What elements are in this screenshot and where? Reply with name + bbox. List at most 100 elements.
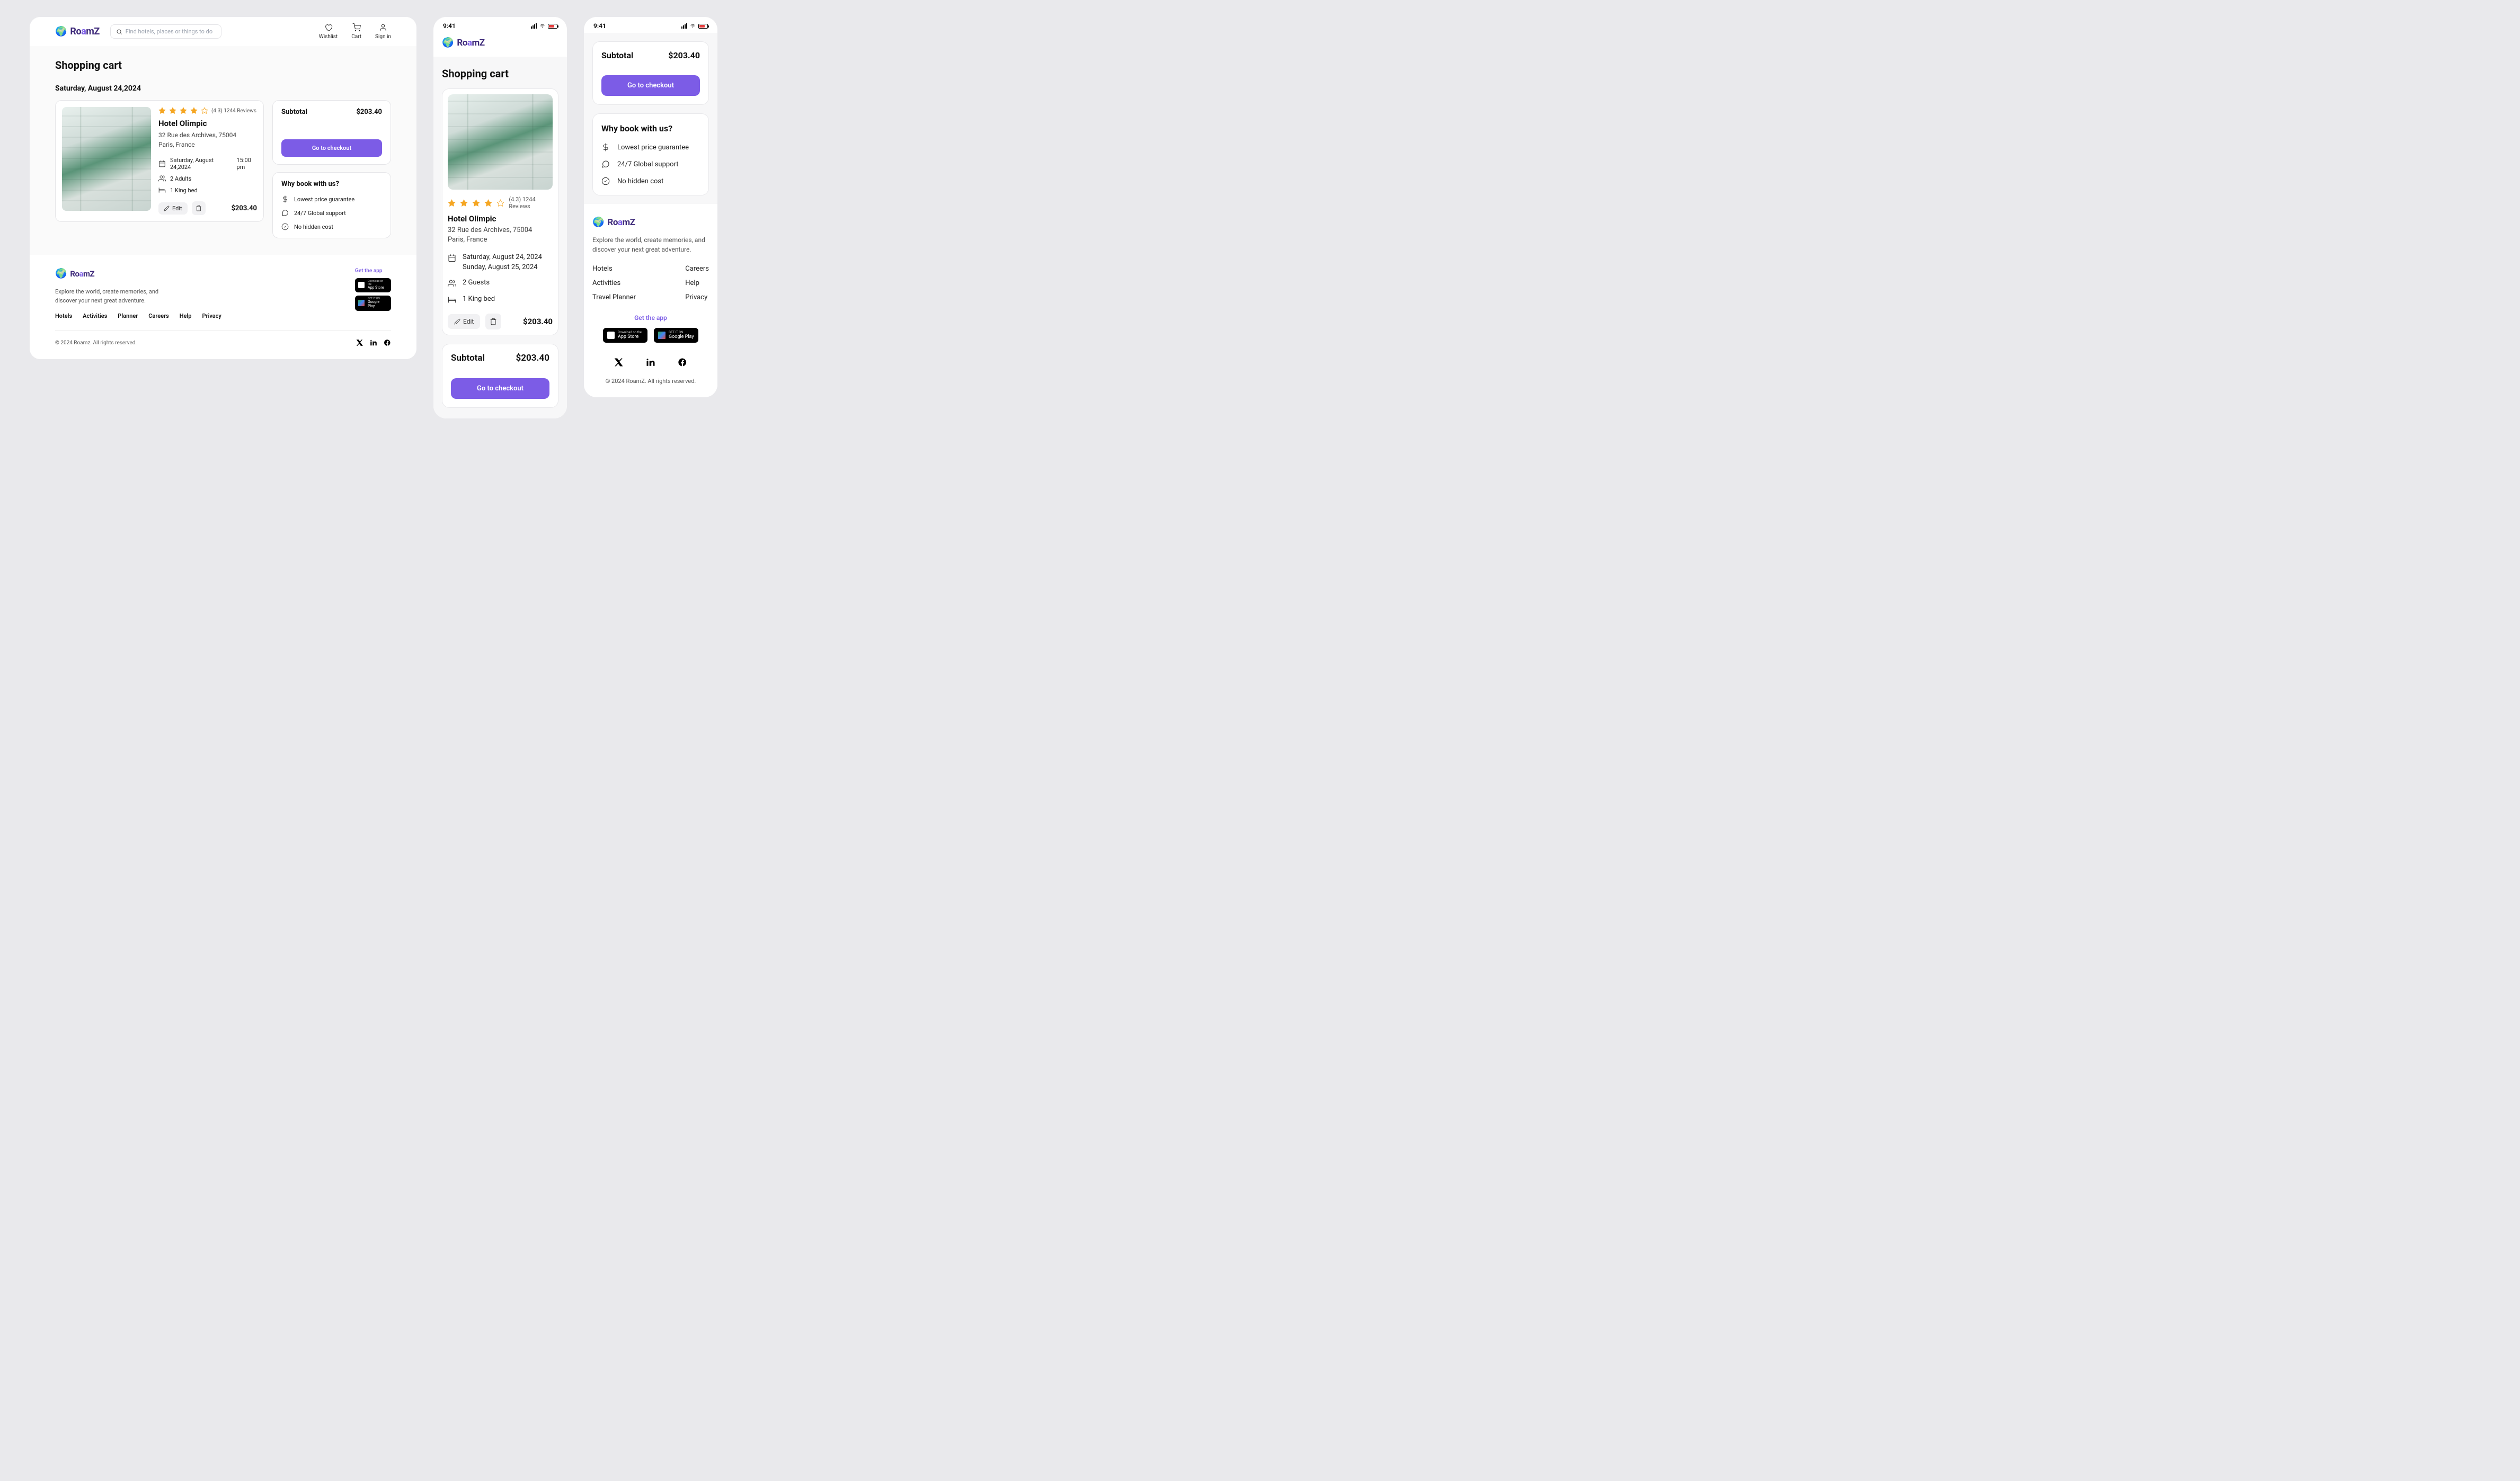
- cart-item-card: (4.3) 1244 Reviews Hotel Olimpic 32 Rue …: [442, 88, 558, 335]
- star-icon: [180, 107, 187, 114]
- checkin-date: Saturday, August 24, 2024: [463, 253, 542, 261]
- hotel-meta: Saturday, August 24,2024 15:00 pm 2 Adul…: [158, 157, 257, 194]
- footer-links: Hotels Activities Planner Careers Help P…: [55, 313, 221, 319]
- why-text: Lowest price guarantee: [294, 196, 354, 203]
- star-icon: [190, 107, 198, 114]
- cart-link[interactable]: Cart: [351, 23, 361, 40]
- pencil-icon: [164, 206, 170, 211]
- brand-logo[interactable]: 🌍 RoamZ: [442, 37, 558, 48]
- cart-label: Cart: [351, 34, 361, 40]
- signin-label: Sign in: [375, 34, 391, 40]
- mobile-frame-2: 9:41 Subtotal $203.40 Go to checkout Why…: [584, 17, 717, 397]
- why-title: Why book with us?: [281, 180, 382, 188]
- trash-icon: [490, 318, 497, 325]
- edit-button[interactable]: Edit: [448, 314, 480, 329]
- footer-logo[interactable]: 🌍 RoamZ: [55, 268, 221, 279]
- footer-link-activities[interactable]: Activities: [592, 279, 636, 287]
- linkedin-icon[interactable]: [370, 339, 377, 346]
- subtotal-card: Subtotal $203.40 Go to checkout: [272, 100, 391, 165]
- wifi-icon: [689, 23, 696, 29]
- facebook-icon[interactable]: [384, 339, 391, 346]
- search-input[interactable]: Find hotels, places or things to do: [110, 24, 221, 39]
- checkout-button[interactable]: Go to checkout: [281, 139, 382, 157]
- app-store-badge[interactable]: Download on the App Store: [603, 328, 647, 343]
- footer-link-privacy[interactable]: Privacy: [685, 293, 709, 301]
- delete-button[interactable]: [485, 314, 501, 329]
- wifi-icon: [539, 23, 546, 29]
- delete-button[interactable]: [192, 201, 206, 215]
- checkin-date: Saturday, August 24,2024: [170, 157, 225, 171]
- edit-button[interactable]: Edit: [158, 202, 188, 215]
- footer: 🌍 RoamZ Explore the world, create memori…: [30, 255, 416, 359]
- hotel-image: [62, 107, 151, 211]
- subtotal-card: Subtotal $203.40 Go to checkout: [592, 41, 709, 105]
- footer-right: Get the app Download on the App Store GE…: [355, 268, 391, 319]
- mobile-footer: 🌍 RoamZ Explore the world, create memori…: [584, 204, 717, 397]
- subtotal-card: Subtotal $203.40 Go to checkout: [442, 344, 558, 408]
- status-icons: [531, 23, 557, 29]
- footer-top: 🌍 RoamZ Explore the world, create memori…: [55, 268, 391, 331]
- subtotal-value: $203.40: [668, 50, 700, 60]
- footer-link-planner[interactable]: Planner: [118, 313, 138, 319]
- checkout-button[interactable]: Go to checkout: [451, 378, 549, 399]
- checkout-date: Sunday, August 25, 2024: [463, 263, 542, 271]
- search-placeholder: Find hotels, places or things to do: [126, 28, 212, 35]
- x-icon[interactable]: [356, 339, 363, 346]
- chat-icon: [601, 160, 610, 168]
- google-play-badge[interactable]: GET IT ON Google Play: [355, 296, 391, 311]
- hotel-name: Hotel Olimpic: [158, 119, 257, 128]
- star-icon: [158, 107, 166, 114]
- footer-link-careers[interactable]: Careers: [148, 313, 168, 319]
- footer-links: Hotels Activities Travel Planner Careers…: [592, 265, 709, 301]
- footer-links-left: Hotels Activities Travel Planner: [592, 265, 636, 301]
- date-range: Saturday, August 24, 2024 Sunday, August…: [463, 253, 542, 271]
- meta-bed-row: 1 King bed: [448, 295, 553, 304]
- why-book-card: Why book with us? Lowest price guarantee…: [272, 172, 391, 238]
- copyright: © 2024 Roamz. All rights reserved.: [55, 340, 137, 346]
- footer-link-activities[interactable]: Activities: [83, 313, 107, 319]
- footer-link-help[interactable]: Help: [180, 313, 192, 319]
- get-app-label: Get the app: [592, 314, 709, 322]
- signin-link[interactable]: Sign in: [375, 23, 391, 40]
- globe-icon: 🌍: [55, 26, 67, 37]
- footer-link-planner[interactable]: Travel Planner: [592, 293, 636, 301]
- star-empty-icon: [201, 107, 208, 114]
- hotel-image: [448, 94, 553, 190]
- footer-link-hotels[interactable]: Hotels: [55, 313, 72, 319]
- app-store-badge[interactable]: Download on the App Store: [355, 278, 391, 292]
- why-item: 24/7 Global support: [601, 160, 700, 168]
- google-play-badge[interactable]: GET IT ON Google Play: [654, 328, 698, 343]
- sidebar: Subtotal $203.40 Go to checkout Why book…: [272, 100, 391, 238]
- item-actions: Edit $203.40: [158, 194, 257, 215]
- rating-stars: (4.3) 1244 Reviews: [158, 107, 257, 114]
- mobile-header: 🌍 RoamZ: [433, 33, 567, 57]
- why-text: 24/7 Global support: [294, 210, 346, 217]
- status-icons: [681, 23, 708, 29]
- wishlist-link[interactable]: Wishlist: [319, 23, 338, 40]
- chat-icon: [281, 209, 289, 217]
- status-bar: 9:41: [584, 17, 717, 33]
- footer-links-right: Careers Help Privacy: [685, 265, 709, 301]
- facebook-icon[interactable]: [678, 358, 687, 367]
- x-icon[interactable]: [614, 358, 624, 367]
- mobile-content: Shopping cart (4.3) 1244 Reviews Hotel O…: [433, 57, 567, 418]
- subtotal-row: Subtotal $203.40: [451, 353, 549, 363]
- subtotal-row: Subtotal $203.40: [601, 50, 700, 60]
- brand-name: RoamZ: [70, 26, 99, 37]
- brand-name: RoamZ: [607, 217, 635, 228]
- footer-link-help[interactable]: Help: [685, 279, 709, 287]
- subtotal-label: Subtotal: [281, 108, 307, 116]
- checkout-button[interactable]: Go to checkout: [601, 75, 700, 96]
- globe-icon: 🌍: [592, 217, 604, 228]
- hotel-address: 32 Rue des Archives, 75004Paris, France: [448, 226, 553, 245]
- brand-logo[interactable]: 🌍 RoamZ: [55, 26, 100, 37]
- why-item: Lowest price guarantee: [281, 195, 382, 203]
- status-bar: 9:41: [433, 17, 567, 33]
- linkedin-icon[interactable]: [646, 358, 655, 367]
- footer-link-privacy[interactable]: Privacy: [202, 313, 221, 319]
- check-icon: [281, 223, 289, 230]
- footer-link-careers[interactable]: Careers: [685, 265, 709, 273]
- status-time: 9:41: [593, 22, 606, 30]
- footer-logo[interactable]: 🌍 RoamZ: [592, 217, 709, 228]
- footer-link-hotels[interactable]: Hotels: [592, 265, 636, 273]
